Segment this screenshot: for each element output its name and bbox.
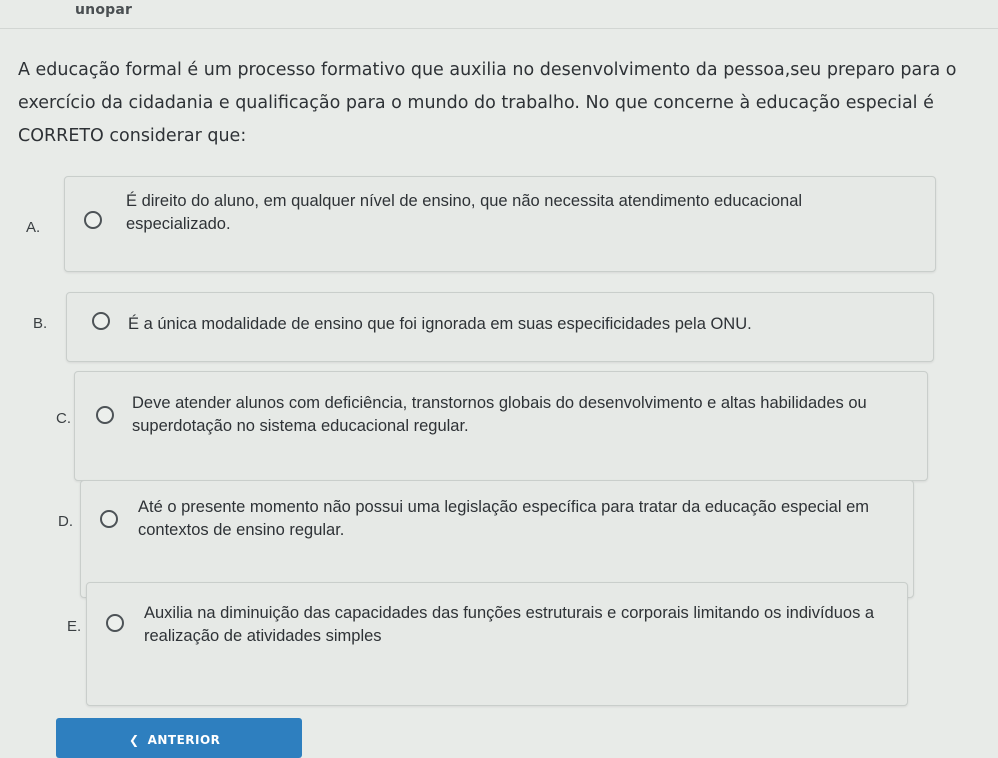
header-divider xyxy=(0,28,998,29)
radio-button[interactable] xyxy=(106,614,124,632)
option-text: Auxilia na diminuição das capacidades da… xyxy=(144,604,875,645)
question-text: A educação formal é um processo formativ… xyxy=(18,60,957,146)
previous-button-label: ANTERIOR xyxy=(147,733,221,747)
option-letter: B. xyxy=(33,315,48,332)
option-letter: A. xyxy=(26,219,41,236)
radio-button[interactable] xyxy=(84,211,102,229)
option-text: É direito do aluno, em qualquer nível de… xyxy=(126,192,803,233)
option-letter: C. xyxy=(56,410,71,427)
option-letter: E. xyxy=(67,618,82,635)
radio-button[interactable] xyxy=(100,510,118,528)
previous-button[interactable]: ❮ ANTERIOR xyxy=(56,718,302,758)
option-text: Até o presente momento não possui uma le… xyxy=(138,498,870,539)
chevron-left-icon: ❮ xyxy=(129,733,140,747)
option-text: É a única modalidade de ensino que foi i… xyxy=(128,315,752,333)
brand-logo-text: unopar xyxy=(75,2,133,18)
option-text: Deve atender alunos com deficiência, tra… xyxy=(132,394,867,435)
radio-button[interactable] xyxy=(96,406,114,424)
option-letter: D. xyxy=(58,513,73,530)
radio-button[interactable] xyxy=(92,312,110,330)
quiz-page: { "header": { "brand": "unopar" }, "ques… xyxy=(0,0,998,758)
